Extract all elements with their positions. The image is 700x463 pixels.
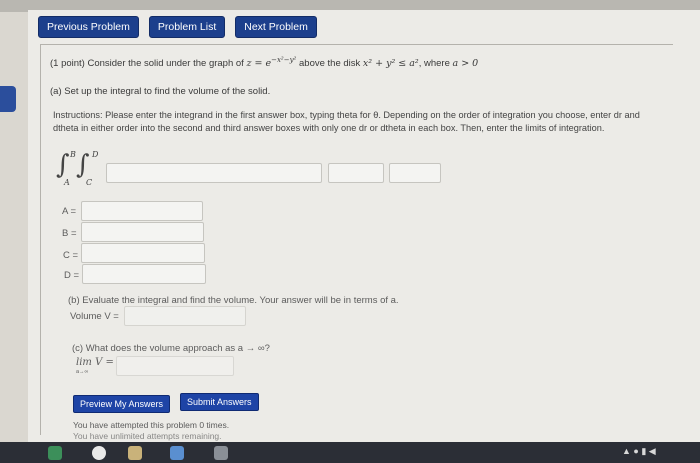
attempts-remaining-text: You have unlimited attempts remaining. (73, 431, 222, 441)
intro-prefix: (1 point) Consider the solid under the g… (50, 58, 244, 70)
chrome-icon[interactable] (92, 446, 106, 460)
limit-subscript: a→∞ (76, 369, 89, 375)
limit-expression: lim V = (76, 357, 114, 368)
surface-exponent: −x²−y² (271, 56, 297, 64)
surface-equation: z = e−x²−y² (246, 56, 297, 70)
taskbar-app-icon-3[interactable] (214, 446, 228, 460)
volume-label: Volume V = (70, 311, 119, 322)
surface-base: z = e (246, 58, 272, 70)
outer-integral-sign: ∫ (56, 150, 70, 180)
taskbar-app-icon[interactable] (48, 446, 62, 460)
limit-a-label: A = (62, 206, 76, 217)
part-c-text: (c) What does the volume approach as a →… (72, 343, 270, 354)
limit-a-input[interactable] (81, 201, 203, 221)
problem-list-button[interactable]: Problem List (148, 16, 226, 38)
limit-c-label: C = (63, 250, 79, 261)
outer-lower-limit: A (64, 178, 70, 187)
part-b-text: (b) Evaluate the integral and find the v… (68, 295, 399, 306)
attempts-text: You have attempted this problem 0 times. (73, 420, 230, 430)
inner-lower-limit: C (86, 178, 93, 187)
lim-variable: V = (95, 357, 114, 368)
problem-intro: (1 point) Consider the solid under the g… (50, 56, 478, 69)
intro-mid2: , where (418, 58, 450, 70)
limit-c-input[interactable] (81, 243, 205, 263)
submit-answers-button[interactable]: Submit Answers (180, 393, 259, 411)
lim-word: lim (76, 357, 92, 368)
limit-input[interactable] (116, 356, 234, 376)
inner-integral-sign: ∫ (76, 150, 90, 180)
limit-d-input[interactable] (82, 264, 206, 284)
taskbar-app-icon-2[interactable] (170, 446, 184, 460)
inner-upper-limit: D (92, 150, 99, 159)
condition: a > 0 (452, 58, 479, 70)
limit-d-label: D = (64, 270, 80, 281)
disk-equation: x² + y² ≤ a² (362, 58, 419, 70)
system-tray-icons[interactable]: ▲ ● ▮ ◀ (622, 446, 656, 457)
preview-answers-button[interactable]: Preview My Answers (73, 395, 171, 413)
problem-nav: Previous Problem Problem List Next Probl… (38, 16, 317, 38)
differential-1-input[interactable] (328, 163, 384, 183)
instructions-text: Instructions: Please enter the integrand… (53, 110, 640, 133)
part-a-text: (a) Set up the integral to find the volu… (50, 86, 271, 97)
limit-b-input[interactable] (81, 222, 204, 242)
differential-2-input[interactable] (389, 163, 441, 183)
volume-input[interactable] (124, 306, 246, 326)
intro-mid: above the disk (299, 58, 361, 70)
integrand-input[interactable] (106, 163, 322, 183)
file-explorer-icon[interactable] (128, 446, 142, 460)
previous-problem-button[interactable]: Previous Problem (38, 16, 139, 38)
limit-b-label: B = (62, 228, 77, 239)
side-tab[interactable] (0, 86, 16, 112)
next-problem-button[interactable]: Next Problem (235, 16, 317, 38)
outer-upper-limit: B (70, 150, 76, 159)
